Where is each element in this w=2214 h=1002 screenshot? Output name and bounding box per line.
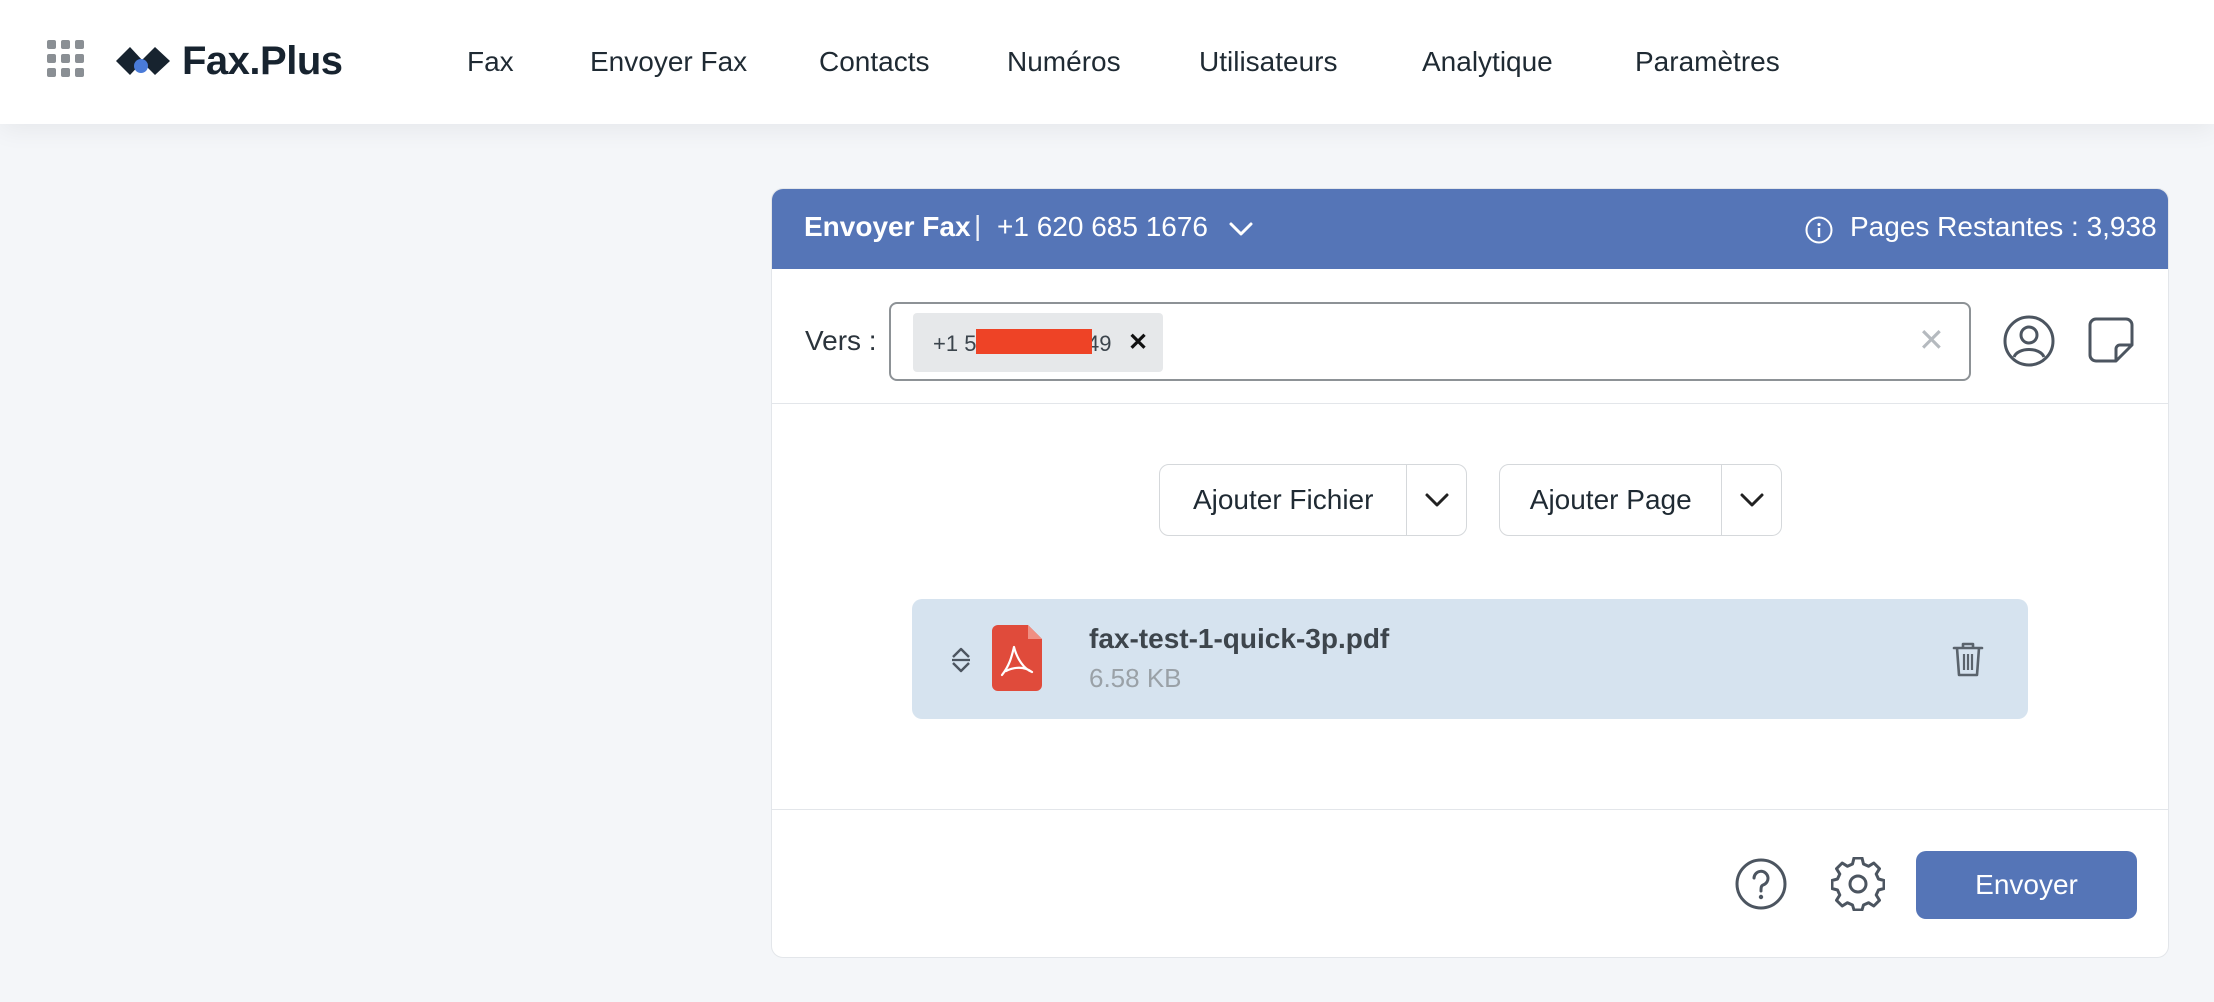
file-name: fax-test-1-quick-3p.pdf [1089,623,1390,654]
recipient-chip-prefix: +1 5 [933,331,977,356]
fax-plus-logo[interactable]: Fax.Plus [114,36,343,86]
nav-item-contacts[interactable]: Contacts [819,0,930,124]
apps-grid-icon[interactable] [47,40,84,77]
add-page-dropdown[interactable] [1722,465,1781,535]
send-button[interactable]: Envoyer [1916,851,2137,919]
to-label: Vers : [805,325,877,356]
nav-item-analytique[interactable]: Analytique [1422,0,1553,124]
nav-item-utilisateurs[interactable]: Utilisateurs [1199,0,1337,124]
trash-icon[interactable] [1948,639,1988,679]
add-page-button[interactable]: Ajouter Page [1499,464,1782,536]
send-fax-card: Envoyer Fax | +1 620 685 1676 Pages Rest… [771,188,2169,958]
logo-text: Fax.Plus [182,38,343,83]
send-fax-header: Envoyer Fax | +1 620 685 1676 Pages Rest… [772,189,2168,269]
cover-note-icon[interactable] [2087,316,2135,364]
pdf-file-icon [992,625,1042,691]
chevron-down-icon [1425,493,1449,507]
clear-recipients-icon[interactable]: ✕ [1918,321,1945,359]
recipient-input[interactable]: +1 5 49 ✕ ✕ [889,302,1971,381]
send-fax-footer: Envoyer [772,809,2168,957]
contact-user-icon[interactable] [2002,314,2056,368]
help-icon[interactable] [1734,857,1788,911]
header-separator: | [974,210,982,241]
recipient-chip: +1 5 49 ✕ [913,313,1163,372]
add-file-dropdown[interactable] [1407,465,1466,535]
add-file-label[interactable]: Ajouter Fichier [1160,465,1408,535]
add-file-button[interactable]: Ajouter Fichier [1159,464,1467,536]
redaction-bar [976,329,1092,354]
remove-recipient-icon[interactable]: ✕ [1128,328,1148,357]
send-fax-title: Envoyer Fax [804,211,971,242]
chevron-down-icon [1740,493,1764,507]
top-navigation-bar: Fax.Plus Fax Envoyer Fax Contacts Numéro… [0,0,2214,124]
nav-item-envoyer-fax[interactable]: Envoyer Fax [590,0,747,124]
attached-file-item[interactable]: fax-test-1-quick-3p.pdf 6.58 KB [912,599,2028,719]
file-size: 6.58 KB [1089,663,1182,693]
recipient-row: Vers : +1 5 49 ✕ ✕ [772,269,2168,404]
info-icon [1805,216,1833,244]
nav-item-fax[interactable]: Fax [467,0,514,124]
pages-remaining: Pages Restantes : 3,938 [1850,211,2157,242]
drag-handle-icon[interactable] [949,646,973,674]
add-page-label[interactable]: Ajouter Page [1500,465,1723,535]
gear-icon[interactable] [1831,857,1885,911]
logo-mark-icon [116,47,170,75]
nav-item-numeros[interactable]: Numéros [1007,0,1121,124]
chevron-down-icon[interactable] [1227,215,1255,243]
nav-item-parametres[interactable]: Paramètres [1635,0,1780,124]
sender-number-select[interactable]: +1 620 685 1676 [997,211,1208,243]
